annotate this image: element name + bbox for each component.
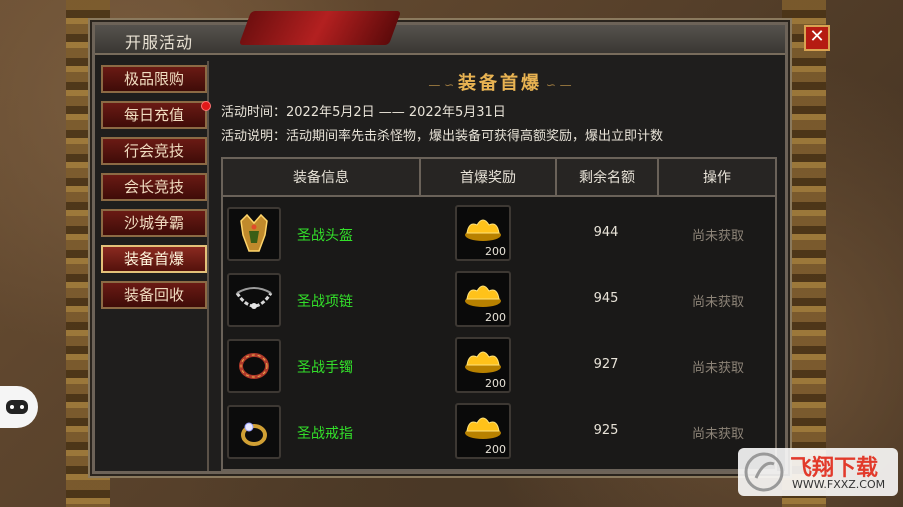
action-status[interactable]: 尚未获取 — [659, 357, 777, 376]
table-row: 圣战头盔 200 944 尚未获取 — [223, 201, 775, 267]
sidebar-item-leader-competition[interactable]: 会长竞技 — [101, 173, 207, 201]
event-description: 活动说明：活动期间率先击杀怪物，爆出装备可获得高额奖励，爆出立即计数 — [221, 129, 664, 144]
sidebar-item-label: 装备首爆 — [123, 250, 184, 268]
header-remaining: 剩余名额 — [557, 159, 659, 197]
main-content: — ∽ 装备首爆 ∽ — 活动时间：2022年5月2日 —— 2022年5月31… — [215, 61, 785, 473]
event-time: 活动时间：2022年5月2日 —— 2022年5月31日 — [221, 105, 506, 120]
header-equipment-info: 装备信息 — [223, 159, 421, 197]
sidebar-item-label: 沙城争霸 — [123, 214, 184, 232]
notification-dot — [201, 101, 211, 111]
gold-ingot-icon[interactable]: 200 — [455, 337, 511, 393]
titlebar: 开服活动 ✕ — [95, 11, 830, 55]
window-title: 开服活动 — [125, 33, 194, 52]
action-status[interactable]: 尚未获取 — [659, 225, 777, 244]
watermark-url: WWW.FXXZ.COM — [792, 478, 886, 491]
watermark: 飞翔下载 WWW.FXXZ.COM — [738, 448, 898, 496]
sidebar-item-label: 装备回收 — [123, 286, 184, 304]
event-window: 开服活动 ✕ 极品限购 每日充值 行会竞技 会长竞技 沙城争霸 装备首爆 装备回… — [92, 11, 830, 474]
sidebar-item-label: 极品限购 — [123, 70, 184, 88]
necklace-icon[interactable] — [227, 273, 281, 327]
dragon-ornament-right — [782, 0, 826, 507]
sidebar: 极品限购 每日充值 行会竞技 会长竞技 沙城争霸 装备首爆 装备回收 — [99, 61, 211, 471]
action-status[interactable]: 尚未获取 — [659, 291, 777, 310]
sidebar-item-label: 会长竞技 — [123, 178, 184, 196]
reward-count: 200 — [485, 377, 506, 390]
table-header: 装备信息 首爆奖励 剩余名额 操作 — [223, 159, 775, 197]
gold-ingot-icon[interactable]: 200 — [455, 271, 511, 327]
table-row: 圣战手镯 200 927 尚未获取 — [223, 333, 775, 399]
gamepad-icon — [6, 400, 28, 414]
floating-gamepad-button[interactable] — [0, 386, 38, 428]
close-button[interactable]: ✕ — [804, 25, 830, 51]
watermark-logo-icon — [744, 452, 784, 492]
title-deco-left: — ∽ — [428, 78, 458, 92]
gold-ingot-icon[interactable]: 200 — [455, 403, 511, 459]
section-title-text: 装备首爆 — [458, 73, 542, 94]
section-title: — ∽ 装备首爆 ∽ — — [215, 69, 785, 95]
sidebar-item-castle-siege[interactable]: 沙城争霸 — [101, 209, 207, 237]
item-name: 圣战手镯 — [297, 360, 353, 376]
sidebar-item-equipment-first-drop[interactable]: 装备首爆 — [101, 245, 207, 273]
item-name: 圣战头盔 — [297, 228, 353, 244]
table-row: 圣战戒指 200 925 尚未获取 — [223, 399, 775, 465]
helmet-icon[interactable] — [227, 207, 281, 261]
title-ribbon — [238, 11, 402, 45]
sidebar-item-limited-purchase[interactable]: 极品限购 — [101, 65, 207, 93]
sidebar-item-daily-recharge[interactable]: 每日充值 — [101, 101, 211, 129]
reward-count: 200 — [485, 245, 506, 258]
remaining-count: 945 — [593, 291, 619, 306]
remaining-count: 925 — [593, 423, 619, 438]
ring-icon[interactable] — [227, 405, 281, 459]
action-status[interactable]: 尚未获取 — [659, 423, 777, 442]
sidebar-item-guild-competition[interactable]: 行会竞技 — [101, 137, 207, 165]
first-drop-table: 装备信息 首爆奖励 剩余名额 操作 圣战头盔 200 944 尚未获取 圣战项链… — [221, 157, 777, 471]
header-action: 操作 — [703, 170, 731, 186]
title-deco-right: ∽ — — [542, 78, 572, 92]
reward-count: 200 — [485, 311, 506, 324]
item-name: 圣战戒指 — [297, 426, 353, 442]
sidebar-item-label: 行会竞技 — [123, 142, 184, 160]
remaining-count: 927 — [593, 357, 619, 372]
table-row: 圣战项链 200 945 尚未获取 — [223, 267, 775, 333]
gold-ingot-icon[interactable]: 200 — [455, 205, 511, 261]
sidebar-item-label: 每日充值 — [123, 106, 184, 124]
reward-count: 200 — [485, 443, 506, 456]
remaining-count: 944 — [593, 225, 619, 240]
bracelet-icon[interactable] — [227, 339, 281, 393]
header-first-drop-reward: 首爆奖励 — [421, 159, 557, 197]
item-name: 圣战项链 — [297, 294, 353, 310]
sidebar-item-equipment-recycle[interactable]: 装备回收 — [101, 281, 207, 309]
